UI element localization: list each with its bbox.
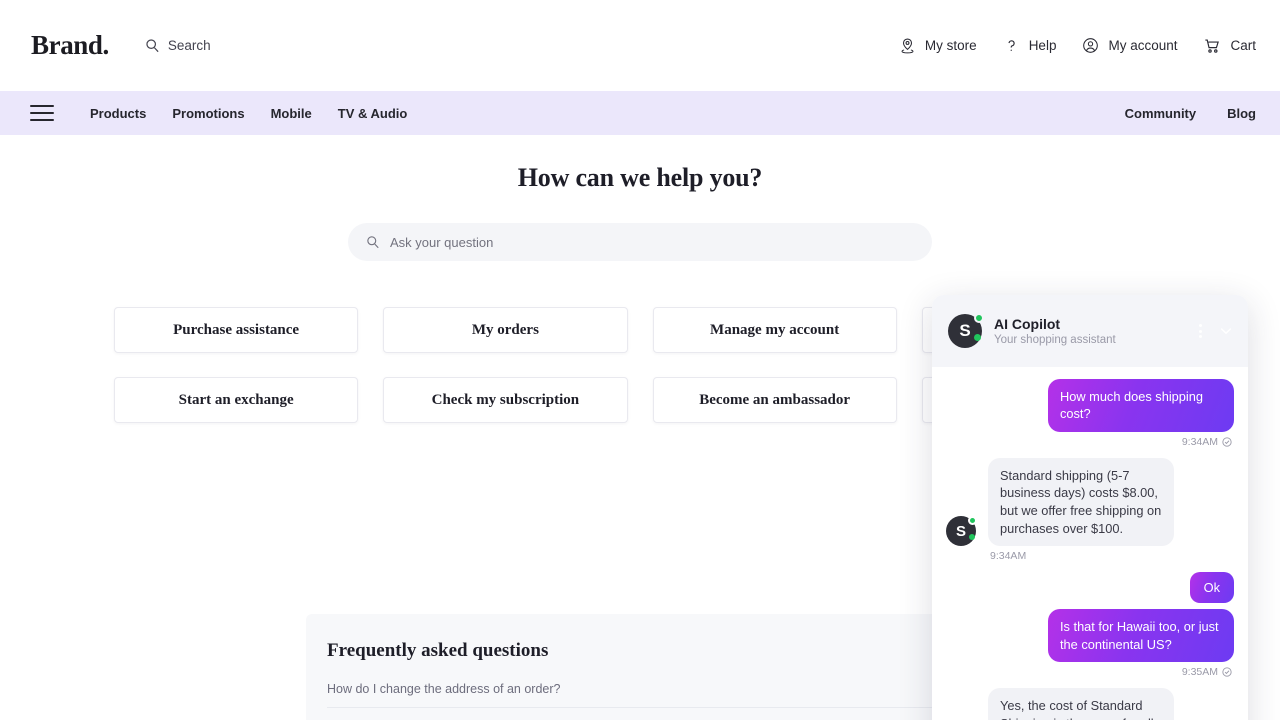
question-search-placeholder: Ask your question xyxy=(390,235,493,250)
assistant-avatar: S xyxy=(946,516,976,546)
nav-links: Products Promotions Mobile TV & Audio xyxy=(90,106,407,121)
brand-logo[interactable]: Brand. xyxy=(31,32,109,59)
chat-title: AI Copilot xyxy=(994,316,1116,332)
message-bubble: How much does shipping cost? xyxy=(1048,379,1234,432)
nav-item-products[interactable]: Products xyxy=(90,106,146,121)
header-my-account[interactable]: My account xyxy=(1082,37,1177,54)
online-status-dot xyxy=(968,516,977,525)
help-center-page: Brand. Search My store xyxy=(0,0,1280,720)
nav-item-mobile[interactable]: Mobile xyxy=(271,106,312,121)
avatar-accent-dot xyxy=(969,534,975,540)
nav-item-promotions[interactable]: Promotions xyxy=(172,106,244,121)
message-bubble: Standard shipping (5-7 business days) co… xyxy=(988,458,1174,547)
avatar-accent-dot xyxy=(974,334,981,341)
message-time: 9:34AM xyxy=(1182,436,1218,448)
nav-secondary-links: Community Blog xyxy=(1125,106,1256,121)
hamburger-menu-icon[interactable] xyxy=(30,105,54,121)
online-status-dot xyxy=(974,313,984,323)
chat-header-titles: AI Copilot Your shopping assistant xyxy=(994,316,1116,346)
chat-header-actions xyxy=(1199,323,1234,339)
chat-message-bot: S Yes, the cost of Standard Shipping is … xyxy=(946,688,1234,720)
chat-message-user: Ok xyxy=(946,572,1234,603)
nav-item-blog[interactable]: Blog xyxy=(1227,106,1256,121)
main-content: How can we help you? Ask your question P… xyxy=(0,135,1280,720)
question-search-input[interactable]: Ask your question xyxy=(348,223,932,261)
message-bubble: Is that for Hawaii too, or just the cont… xyxy=(1048,609,1234,662)
message-time: 9:34AM xyxy=(990,550,1026,562)
search-icon xyxy=(145,38,160,53)
chat-message-user: How much does shipping cost? xyxy=(946,379,1234,432)
header-cart[interactable]: Cart xyxy=(1203,37,1256,55)
help-topic-card[interactable]: Become an ambassador xyxy=(653,377,897,423)
nav-item-community[interactable]: Community xyxy=(1125,106,1197,121)
header-my-account-label: My account xyxy=(1108,38,1177,53)
site-header: Brand. Search My store xyxy=(0,0,1280,91)
faq-item[interactable]: How do I change the address of an order? xyxy=(327,676,952,707)
header-my-store[interactable]: My store xyxy=(899,37,977,54)
chat-message-user: Is that for Hawaii too, or just the cont… xyxy=(946,609,1234,662)
message-time: 9:35AM xyxy=(1182,666,1218,678)
chat-subtitle: Your shopping assistant xyxy=(994,334,1116,346)
primary-nav: Products Promotions Mobile TV & Audio Co… xyxy=(0,91,1280,135)
shopping-cart-icon xyxy=(1203,37,1221,55)
check-circle-icon xyxy=(1222,437,1232,447)
user-circle-icon xyxy=(1082,37,1099,54)
faq-section: Frequently asked questions How do I chan… xyxy=(306,614,974,720)
help-topic-card[interactable]: My orders xyxy=(383,307,627,353)
question-mark-icon xyxy=(1003,37,1020,54)
help-topic-card[interactable]: Check my subscription xyxy=(383,377,627,423)
header-actions: My store Help My accou xyxy=(899,37,1256,55)
header-help-label: Help xyxy=(1029,38,1057,53)
ai-copilot-chat-widget: S AI Copilot Your shopping assistant xyxy=(932,295,1248,720)
chat-message-list[interactable]: How much does shipping cost? 9:34AM S xyxy=(932,367,1248,720)
location-pin-icon xyxy=(899,37,916,54)
help-topic-card[interactable]: Manage my account xyxy=(653,307,897,353)
kebab-menu-icon[interactable] xyxy=(1199,324,1202,338)
help-topic-card[interactable]: Purchase assistance xyxy=(114,307,358,353)
check-circle-icon xyxy=(1222,667,1232,677)
search-icon xyxy=(366,235,380,249)
nav-item-tv-audio[interactable]: TV & Audio xyxy=(338,106,408,121)
chat-header: S AI Copilot Your shopping assistant xyxy=(932,295,1248,367)
header-help[interactable]: Help xyxy=(1003,37,1057,54)
message-meta: 9:35AM xyxy=(946,666,1232,678)
header-search-button[interactable]: Search xyxy=(145,38,211,53)
help-topic-card[interactable]: Start an exchange xyxy=(114,377,358,423)
assistant-avatar: S xyxy=(948,314,982,348)
faq-item[interactable]: How do I cancel a current order? xyxy=(327,707,952,720)
header-my-store-label: My store xyxy=(925,38,977,53)
message-bubble: Yes, the cost of Standard Shipping is th… xyxy=(988,688,1174,720)
chat-message-bot: S Standard shipping (5-7 business days) … xyxy=(946,458,1234,547)
message-meta: 9:34AM xyxy=(990,550,1234,562)
chevron-down-icon[interactable] xyxy=(1218,323,1234,339)
faq-title: Frequently asked questions xyxy=(327,640,952,662)
header-search-label: Search xyxy=(168,38,211,53)
page-title: How can we help you? xyxy=(0,135,1280,193)
header-cart-label: Cart xyxy=(1230,38,1256,53)
message-meta: 9:34AM xyxy=(946,436,1232,448)
message-bubble: Ok xyxy=(1190,572,1234,603)
